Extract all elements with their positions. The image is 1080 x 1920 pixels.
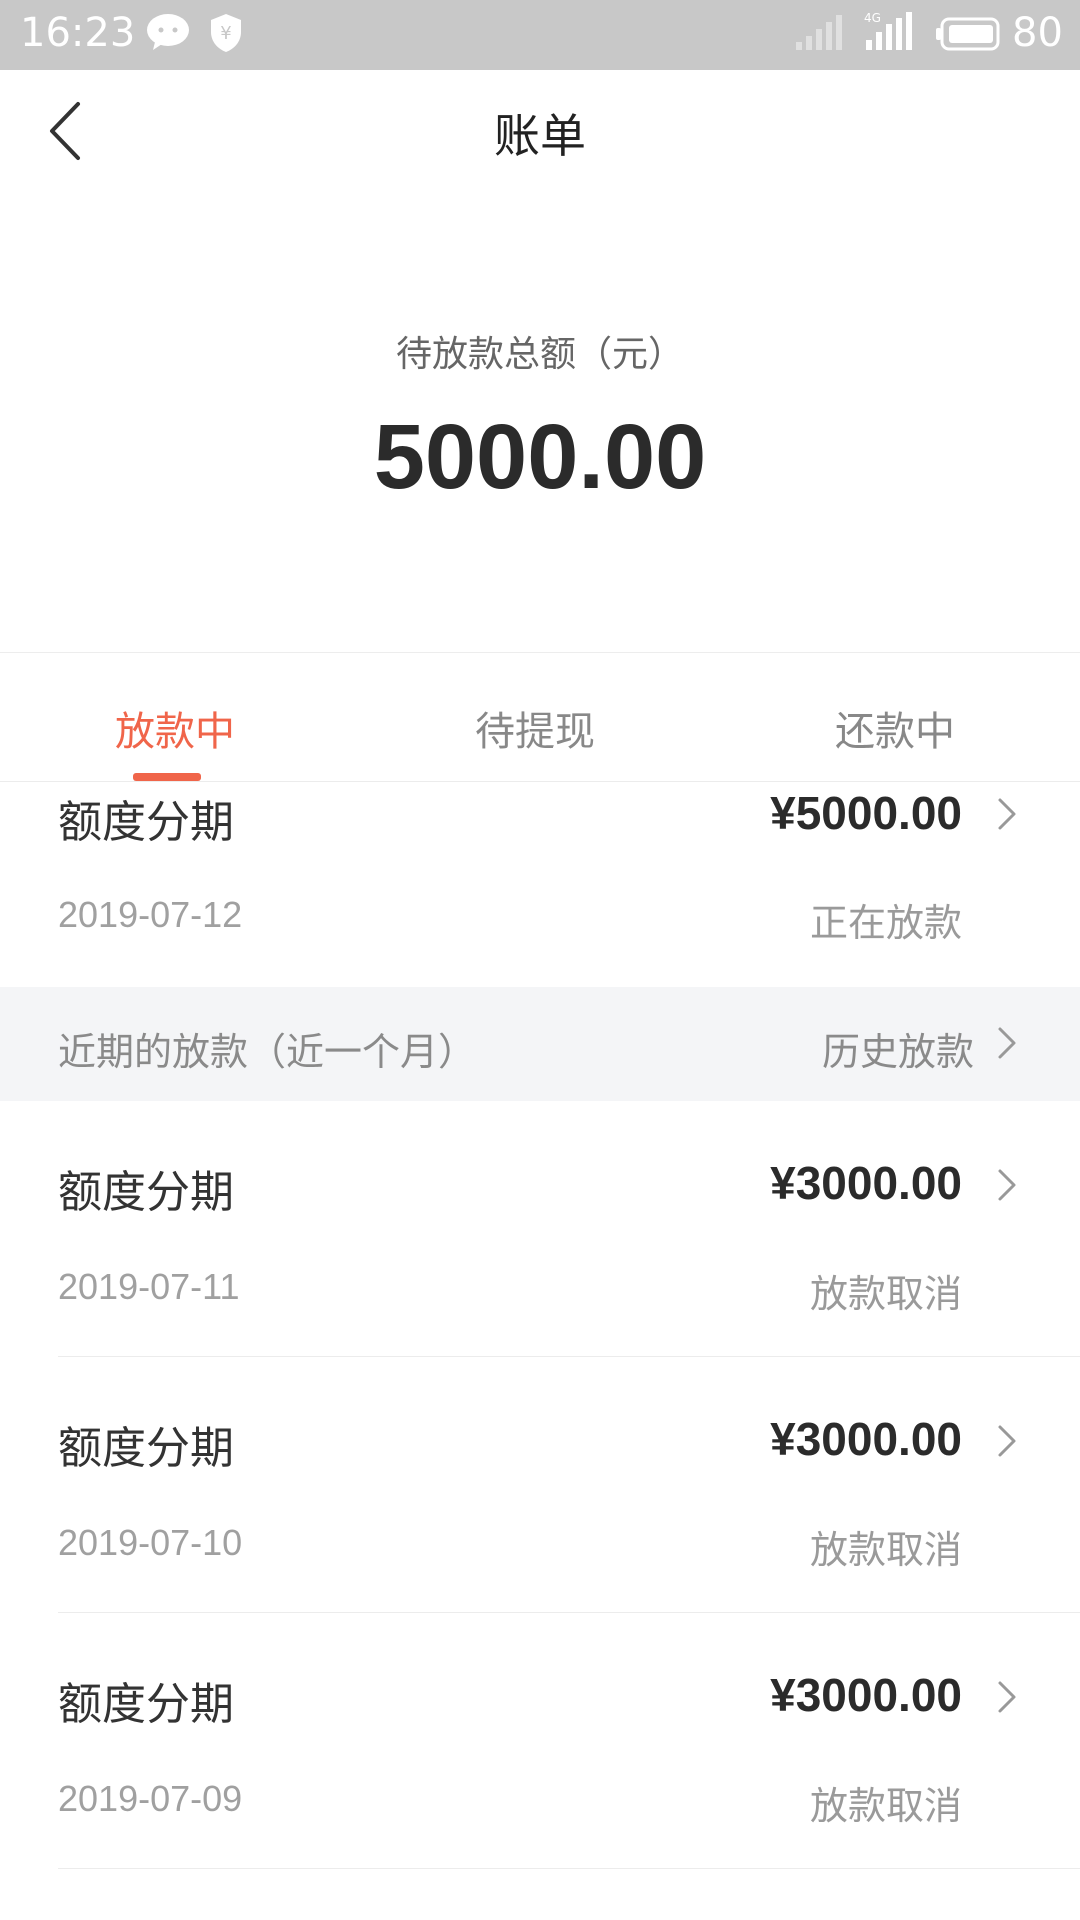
loan-title: 额度分期 <box>58 1679 234 1730</box>
loan-status: 放款取消 <box>809 1784 962 1828</box>
loan-date: 2019-07-12 <box>58 894 243 935</box>
svg-text:4G: 4G <box>864 11 881 25</box>
wechat-icon <box>145 12 191 62</box>
loan-item[interactable]: 额度分期 ¥3000.00 2019-07-11 放款取消 <box>0 1101 1080 1357</box>
nav-bar: 账单 <box>0 70 1080 190</box>
history-link[interactable]: 历史放款 <box>822 1021 974 1076</box>
chevron-right-icon <box>998 798 1016 830</box>
status-bar: 16:23 ¥ 4G 80 <box>0 0 1080 70</box>
shield-yuan-icon: ¥ <box>208 12 244 64</box>
signal-4g-icon: 4G <box>862 10 914 62</box>
tab-repaying[interactable]: 还款中 <box>835 699 955 757</box>
loan-title: 额度分期 <box>58 1167 234 1218</box>
page-title: 账单 <box>494 109 586 163</box>
loan-date: 2019-07-11 <box>58 1266 240 1307</box>
loan-title: 额度分期 <box>58 1423 234 1474</box>
chevron-right-icon <box>998 1169 1016 1201</box>
loan-item[interactable]: 额度分期 ¥3000.00 2019-07-10 放款取消 <box>0 1357 1080 1613</box>
loan-status: 正在放款 <box>809 901 962 945</box>
tab-pending-withdrawal[interactable]: 待提现 <box>475 699 595 757</box>
loan-amount: ¥3000.00 <box>770 1157 962 1209</box>
loan-title: 额度分期 <box>58 797 234 848</box>
active-tab-indicator <box>133 773 201 781</box>
svg-text:¥: ¥ <box>220 23 231 44</box>
summary-label: 待放款总额（元） <box>395 334 684 375</box>
signal-empty-icon <box>794 14 844 62</box>
tab-bar: 放款中 待提现 还款中 <box>0 653 1080 782</box>
chevron-right-icon <box>998 1027 1016 1059</box>
loan-date: 2019-07-09 <box>58 1778 243 1819</box>
recent-section-header: 近期的放款（近一个月） 历史放款 <box>0 987 1080 1101</box>
summary-panel: 待放款总额（元） 5000.00 <box>0 190 1080 653</box>
status-time: 16:23 <box>20 10 136 56</box>
summary-amount: 5000.00 <box>373 406 707 508</box>
loan-status: 放款取消 <box>809 1272 962 1316</box>
loan-amount: ¥3000.00 <box>770 1413 962 1465</box>
loan-amount: ¥3000.00 <box>770 1669 962 1721</box>
tab-lending[interactable]: 放款中 <box>115 699 235 757</box>
row-divider <box>58 1868 1080 1869</box>
chevron-right-icon <box>998 1425 1016 1457</box>
recent-section-title: 近期的放款（近一个月） <box>58 1030 477 1074</box>
battery-icon <box>934 16 1002 62</box>
loan-item-current[interactable]: 额度分期 ¥5000.00 2019-07-12 正在放款 <box>0 782 1080 987</box>
loan-amount: ¥5000.00 <box>770 787 962 839</box>
chevron-right-icon <box>998 1681 1016 1713</box>
loan-date: 2019-07-10 <box>58 1522 243 1563</box>
battery-level: 80 <box>1012 10 1063 56</box>
loan-item[interactable]: 额度分期 ¥3000.00 2019-07-09 放款取消 <box>0 1613 1080 1869</box>
loan-status: 放款取消 <box>809 1528 962 1572</box>
